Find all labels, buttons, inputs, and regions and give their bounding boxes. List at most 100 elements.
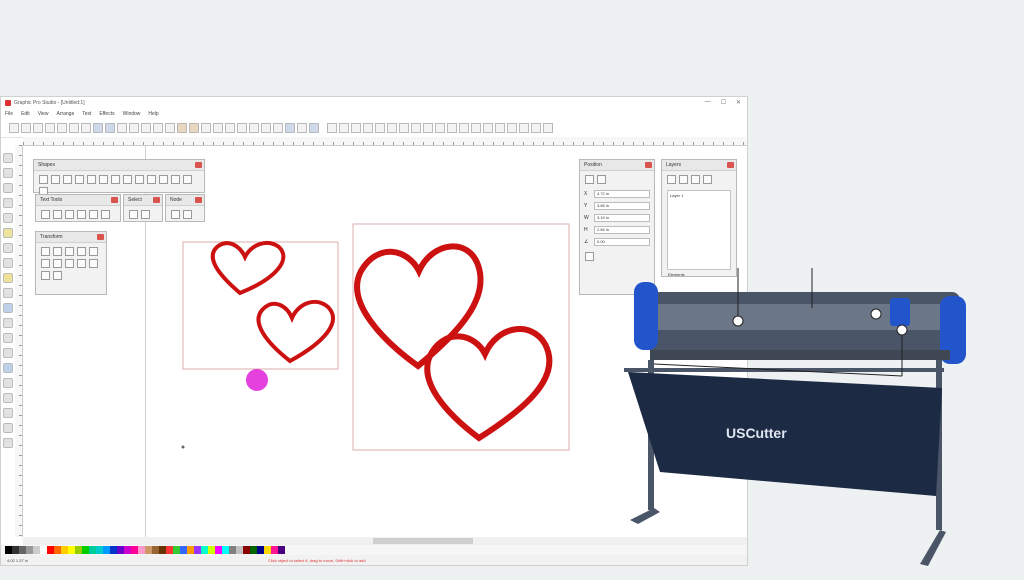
align-middle-icon[interactable]: [89, 247, 98, 256]
offset-icon[interactable]: [411, 123, 421, 133]
height-field[interactable]: H 2.84 in: [580, 224, 654, 236]
palette-swatch[interactable]: [54, 546, 61, 554]
palette-swatch[interactable]: [271, 546, 278, 554]
settings-icon[interactable]: [543, 123, 553, 133]
pointer-tool-icon[interactable]: [3, 153, 13, 163]
shapes-panel-close-icon[interactable]: [195, 162, 202, 168]
text-horizontal-icon[interactable]: [41, 210, 50, 219]
contour-icon[interactable]: [399, 123, 409, 133]
text-on-path-tool-icon[interactable]: [3, 423, 13, 433]
palette-swatch[interactable]: [208, 546, 215, 554]
palette-swatch[interactable]: [250, 546, 257, 554]
ellipse-tool-icon[interactable]: [3, 198, 13, 208]
zoom-fit-icon[interactable]: [165, 123, 175, 133]
palette-swatch[interactable]: [61, 546, 68, 554]
new-file-icon[interactable]: [9, 123, 19, 133]
palette-swatch[interactable]: [68, 546, 75, 554]
save-icon[interactable]: [33, 123, 43, 133]
palette-swatch[interactable]: [33, 546, 40, 554]
large-heart-left[interactable]: [354, 243, 484, 370]
transform-panel-close-icon[interactable]: [97, 234, 104, 240]
text-vertical-icon[interactable]: [53, 210, 62, 219]
pan-tool-icon[interactable]: [3, 318, 13, 328]
layer-visible-icon[interactable]: [691, 175, 700, 184]
position-panel-close-icon[interactable]: [645, 162, 652, 168]
palette-swatch[interactable]: [26, 546, 33, 554]
small-heart-right[interactable]: [256, 299, 335, 364]
palette-swatch[interactable]: [145, 546, 152, 554]
zoom-in-icon[interactable]: [141, 123, 151, 133]
select-arrow-icon[interactable]: [129, 210, 138, 219]
blend-icon[interactable]: [435, 123, 445, 133]
palette-swatch[interactable]: [229, 546, 236, 554]
menu-edit[interactable]: Edit: [21, 111, 30, 117]
fill-icon[interactable]: [459, 123, 469, 133]
crop-icon[interactable]: [531, 123, 541, 133]
menu-effects[interactable]: Effects: [99, 111, 114, 117]
palette-swatch[interactable]: [187, 546, 194, 554]
width-field[interactable]: W 3.19 in: [580, 212, 654, 224]
zoom-tool-icon[interactable]: [3, 303, 13, 313]
palette-swatch[interactable]: [75, 546, 82, 554]
menu-window[interactable]: Window: [123, 111, 141, 117]
palette-swatch[interactable]: [201, 546, 208, 554]
ungroup-icon[interactable]: [189, 123, 199, 133]
pencil-tool-icon[interactable]: [3, 273, 13, 283]
menu-arrange[interactable]: Arrange: [56, 111, 74, 117]
text-tools-panel-close-icon[interactable]: [111, 197, 118, 203]
shape-square-icon[interactable]: [51, 175, 60, 184]
selection-box-small[interactable]: [182, 241, 339, 370]
knife-tool-icon[interactable]: [3, 243, 13, 253]
text-arc-icon[interactable]: [65, 210, 74, 219]
unlock-icon[interactable]: [519, 123, 529, 133]
layer-delete-icon[interactable]: [679, 175, 688, 184]
shape-arrow-icon[interactable]: [75, 175, 84, 184]
envelope-icon[interactable]: [423, 123, 433, 133]
transform-tool-icon[interactable]: [3, 408, 13, 418]
align-top-icon[interactable]: [77, 247, 86, 256]
position-move-icon[interactable]: [585, 175, 594, 184]
rotate-90-icon[interactable]: [89, 259, 98, 268]
position-y-field[interactable]: Y 3.65 in: [580, 200, 654, 212]
copy-icon[interactable]: [69, 123, 79, 133]
color-wheel-icon[interactable]: [285, 123, 295, 133]
lock-icon[interactable]: [507, 123, 517, 133]
palette-swatch[interactable]: [124, 546, 131, 554]
minimize-button[interactable]: —: [705, 99, 711, 106]
weed-box-tool-icon[interactable]: [3, 288, 13, 298]
menu-file[interactable]: File: [5, 111, 13, 117]
palette-swatch[interactable]: [131, 546, 138, 554]
layer-add-icon[interactable]: [667, 175, 676, 184]
menu-help[interactable]: Help: [148, 111, 158, 117]
palette-swatch[interactable]: [117, 546, 124, 554]
eyedropper-tool-icon[interactable]: [3, 348, 13, 358]
shape-heart-icon[interactable]: [99, 175, 108, 184]
palette-swatch[interactable]: [110, 546, 117, 554]
select-panel-close-icon[interactable]: [153, 197, 160, 203]
palette-swatch[interactable]: [222, 546, 229, 554]
layer-lock-icon[interactable]: [703, 175, 712, 184]
undo-icon[interactable]: [93, 123, 103, 133]
layers-panel-close-icon[interactable]: [727, 162, 734, 168]
palette-swatch[interactable]: [159, 546, 166, 554]
palette-swatch[interactable]: [180, 546, 187, 554]
shape-polygon-icon[interactable]: [87, 175, 96, 184]
spiral-tool-icon[interactable]: [3, 438, 13, 448]
scrollbar-thumb[interactable]: [373, 538, 473, 544]
shape-spiral-icon[interactable]: [183, 175, 192, 184]
node-panel-close-icon[interactable]: [195, 197, 202, 203]
distribute-v-icon[interactable]: [65, 259, 74, 268]
position-scale-icon[interactable]: [597, 175, 606, 184]
align-right-icon[interactable]: [65, 247, 74, 256]
freehand-tool-icon[interactable]: [387, 123, 397, 133]
position-x-field[interactable]: X 4.72 in: [580, 188, 654, 200]
zoom-out-icon[interactable]: [153, 123, 163, 133]
palette-swatch[interactable]: [236, 546, 243, 554]
text-path-icon[interactable]: [77, 210, 86, 219]
flip-v-icon[interactable]: [53, 271, 62, 280]
palette-swatch[interactable]: [278, 546, 285, 554]
trace-icon[interactable]: [297, 123, 307, 133]
menu-text[interactable]: Text: [82, 111, 91, 117]
text-kern-icon[interactable]: [101, 210, 110, 219]
shadow-icon[interactable]: [447, 123, 457, 133]
